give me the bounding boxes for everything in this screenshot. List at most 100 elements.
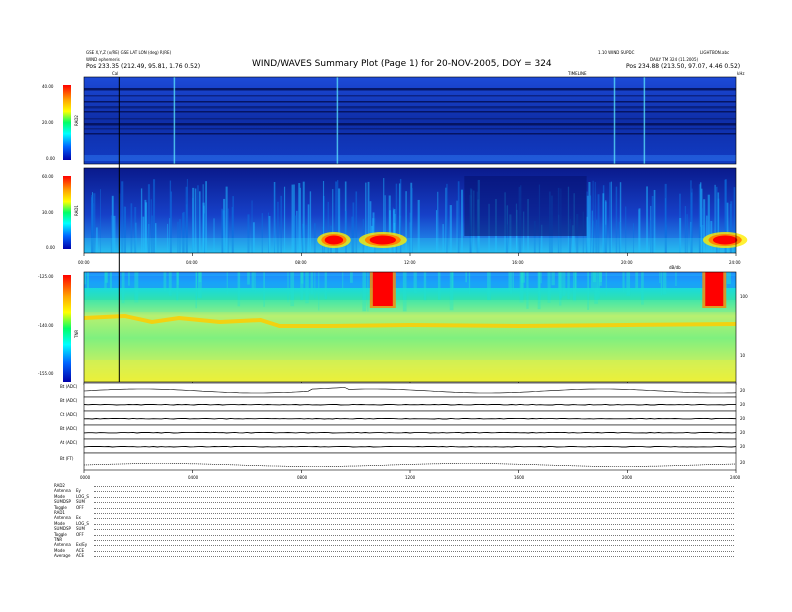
parameter-dots	[94, 507, 734, 509]
parameter-key: Mode	[54, 520, 65, 526]
parameter-row: SUMDSP SUM	[54, 526, 734, 531]
tnr-streak	[310, 272, 314, 295]
parameter-key: RAD2	[54, 483, 65, 488]
rad2-vertical-line	[336, 77, 339, 164]
tnr-streak	[437, 272, 441, 300]
parameter-value: OFF	[76, 531, 84, 537]
tnr-streak	[176, 272, 179, 301]
parameter-key: Average	[54, 553, 71, 559]
rad2-band	[84, 101, 736, 103]
rad2-band	[84, 128, 736, 130]
rad2-band	[84, 123, 736, 126]
tnr-streak	[605, 272, 607, 296]
tnr-streak	[121, 272, 125, 304]
parameter-row: Mode LOG_S	[54, 521, 734, 526]
parameter-key: Mode	[54, 493, 65, 499]
x-tick-label: 24:00	[729, 260, 741, 265]
tnr-right-tick-100: 100	[740, 294, 748, 299]
strip-trace	[83, 445, 737, 448]
tnr-streak	[109, 272, 112, 290]
tnr-streak	[675, 272, 677, 287]
tnr-streak	[198, 272, 202, 283]
tnr-streak	[247, 272, 250, 285]
parameter-key: Antenna	[54, 515, 71, 521]
tnr-streak	[662, 272, 667, 295]
strip-right-tick: 20	[740, 430, 746, 435]
tnr-streak	[251, 272, 255, 291]
parameter-key: Toggle	[54, 531, 67, 537]
tnr-streak	[557, 272, 560, 290]
tnr-streak	[562, 272, 566, 296]
bottom-x-tick-label: 0000	[80, 475, 91, 480]
parameter-value: LOG_S	[76, 520, 89, 526]
tnr-streak	[540, 272, 542, 284]
rad1-tick-mid: 30.00	[42, 210, 54, 215]
parameter-value: SUM	[76, 499, 85, 505]
rad2-band	[84, 118, 736, 120]
tnr-streak	[300, 272, 304, 284]
tnr-streak	[226, 272, 228, 295]
parameter-value: ACE	[76, 553, 84, 559]
tnr-streak	[324, 272, 327, 300]
parameter-key: Mode	[54, 547, 65, 553]
tnr-streak	[287, 272, 289, 303]
tnr-streak	[84, 272, 87, 285]
tnr-streak	[465, 272, 468, 283]
parameter-value: Ex/Ey	[76, 542, 88, 548]
tnr-streak	[551, 272, 555, 286]
rad2-tick-mid: 20.00	[42, 120, 54, 125]
parameter-dots	[94, 486, 734, 487]
parameter-value: ACE	[76, 547, 84, 553]
rad2-vertical-line	[643, 77, 646, 164]
strip-label: Ct (ADC)	[60, 412, 78, 417]
tnr-streak	[134, 272, 139, 303]
rad1-low-band	[84, 238, 736, 253]
rad1-dark-region	[464, 176, 587, 236]
parameter-row: Antenna Ey	[54, 488, 734, 493]
tnr-streak	[342, 272, 344, 293]
parameter-row: Toggle OFF	[54, 505, 734, 510]
parameter-row: Antenna Ex	[54, 515, 734, 520]
parameter-row: RAD1	[54, 510, 734, 515]
tnr-streak	[512, 272, 515, 290]
parameter-dots	[94, 534, 734, 536]
parameter-dots	[94, 556, 734, 558]
parameter-row: Antenna Ex/Ey	[54, 542, 734, 547]
rad2-colorbar	[63, 85, 71, 160]
tnr-burst-core	[705, 272, 724, 306]
tnr-tick-top: -125.00	[38, 274, 54, 279]
tnr-bottom-band	[84, 360, 736, 382]
parameter-dots	[94, 529, 734, 531]
parameter-dots	[94, 496, 734, 498]
rad2-label: RAD2	[74, 115, 79, 126]
rad2-band	[84, 88, 736, 91]
rad1-burst-core	[712, 235, 738, 245]
tnr-streak	[423, 272, 427, 301]
parameter-value: SUM	[76, 526, 85, 532]
parameter-row: Average ACE	[54, 553, 734, 558]
rad1-burst-core	[369, 235, 397, 245]
tnr-streak	[622, 272, 625, 293]
x-tick-label: 12:00	[404, 260, 416, 265]
tnr-burst-core	[372, 272, 393, 306]
tnr-streak	[168, 272, 172, 296]
parameter-dots	[94, 513, 734, 514]
rad1-tick-top: 60.00	[42, 174, 54, 179]
strip-panels	[83, 382, 737, 471]
parameter-key: RAD1	[54, 510, 65, 515]
parameter-key: TNR	[54, 537, 63, 542]
tnr-streak	[487, 272, 491, 301]
tnr-streak	[196, 272, 198, 298]
strip-label: Bt (ADC)	[60, 398, 78, 403]
parameter-dots	[94, 545, 734, 547]
tnr-streak	[572, 272, 577, 302]
tnr-tick-mid: -140.00	[38, 323, 54, 328]
x-tick-label: 16:00	[512, 260, 524, 265]
tnr-streak	[635, 272, 639, 289]
strip-label: Bt (FT)	[60, 456, 74, 461]
strip-frame	[83, 452, 737, 471]
tnr-streak	[567, 272, 570, 300]
rad1-colorbar	[63, 176, 71, 249]
strip-frame	[83, 438, 737, 454]
tnr-streak	[547, 272, 551, 303]
